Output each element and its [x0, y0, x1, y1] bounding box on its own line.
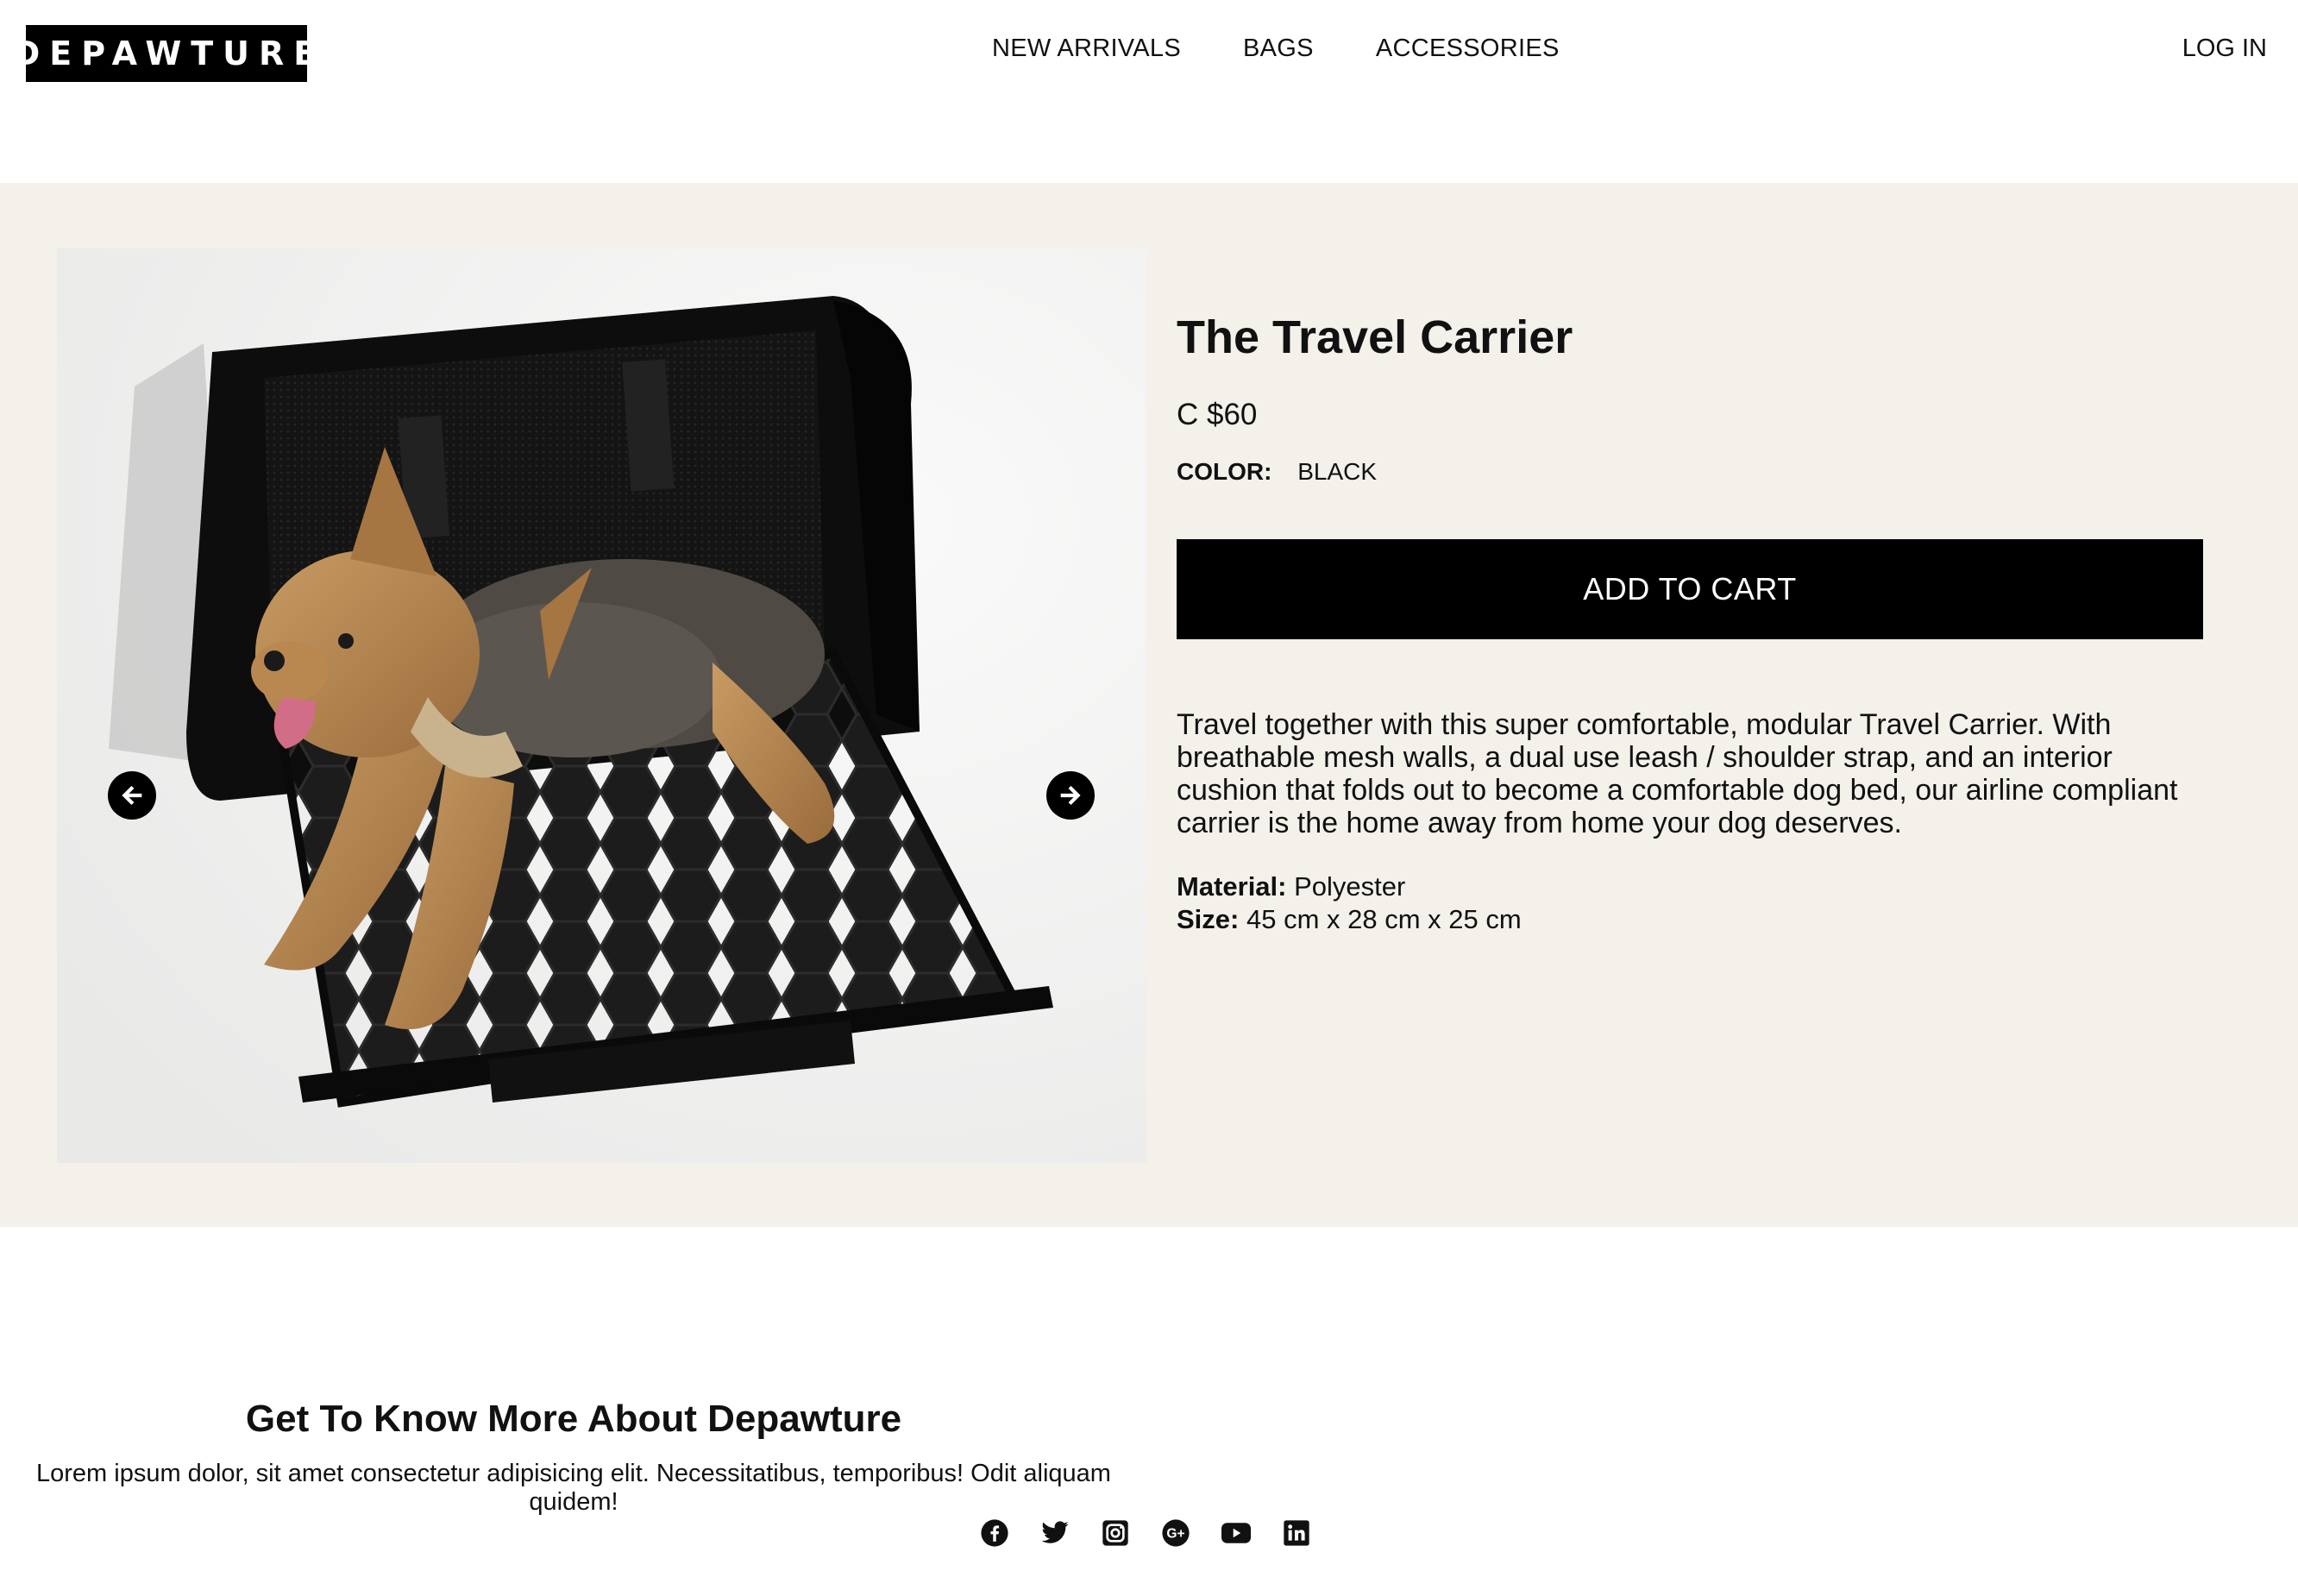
instagram-icon[interactable]	[1101, 1518, 1130, 1548]
product-section: The Travel Carrier C $60 COLOR: BLACK AD…	[0, 183, 2298, 1227]
about-section: Get To Know More About Depawture Lorem i…	[0, 1398, 2298, 1517]
product-price: C $60	[1177, 398, 1258, 432]
svg-text:G+: G+	[1166, 1527, 1184, 1542]
size-label: Size:	[1177, 904, 1240, 935]
product-info: The Travel Carrier C $60 COLOR: BLACK AD…	[1177, 311, 2203, 936]
nav-accessories[interactable]: ACCESSORIES	[1376, 35, 1560, 63]
google-plus-icon[interactable]: G+	[1161, 1518, 1190, 1548]
material-value: Polyester	[1294, 871, 1406, 902]
logo[interactable]: DEPAWTURE	[13, 25, 316, 82]
carousel-next-button[interactable]	[1046, 771, 1095, 820]
facebook-icon[interactable]	[980, 1518, 1009, 1548]
product-image-carousel	[57, 248, 1146, 1163]
product-specs: Material: Polyester Size: 45 cm x 28 cm …	[1177, 870, 2203, 936]
site-header: DEPAWTURE NEW ARRIVALS BAGS ACCESSORIES …	[0, 0, 2298, 105]
arrow-right-icon	[1060, 785, 1081, 806]
about-text: Lorem ipsum dolor, sit amet consectetur …	[36, 1460, 1111, 1516]
nav-bags[interactable]: BAGS	[1243, 35, 1314, 63]
material-label: Material:	[1177, 871, 1287, 902]
main-nav: NEW ARRIVALS BAGS ACCESSORIES	[992, 35, 1560, 63]
youtube-icon[interactable]	[1221, 1518, 1251, 1548]
about-title: Get To Know More About Depawture	[245, 1398, 902, 1440]
material-row: Material: Polyester	[1177, 870, 2203, 903]
product-image	[57, 248, 1146, 1163]
product-title: The Travel Carrier	[1177, 311, 1573, 363]
social-links: G+	[980, 1518, 1311, 1548]
product-description: Travel together with this super comforta…	[1177, 708, 2178, 840]
color-value: BLACK	[1297, 458, 1378, 486]
add-to-cart-button[interactable]: ADD TO CART	[1177, 539, 2203, 640]
linkedin-icon[interactable]	[1282, 1518, 1311, 1548]
login-link[interactable]: LOG IN	[2182, 35, 2267, 63]
size-row: Size: 45 cm x 28 cm x 25 cm	[1177, 903, 2203, 936]
nav-new-arrivals[interactable]: NEW ARRIVALS	[992, 35, 1181, 63]
size-value: 45 cm x 28 cm x 25 cm	[1246, 904, 1522, 935]
arrow-left-icon	[122, 785, 142, 806]
carousel-prev-button[interactable]	[108, 771, 156, 820]
color-row: COLOR: BLACK	[1177, 458, 2203, 486]
color-label: COLOR:	[1177, 458, 1272, 486]
twitter-icon[interactable]	[1040, 1518, 1070, 1548]
